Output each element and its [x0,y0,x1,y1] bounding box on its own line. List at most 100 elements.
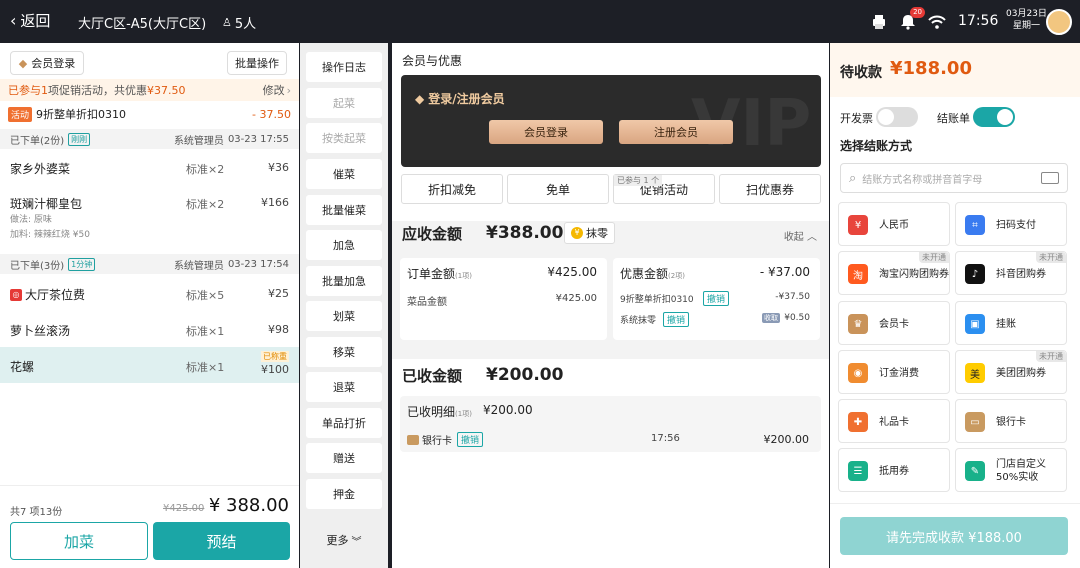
op-move-dish-button[interactable]: 移菜 [306,337,382,367]
section-title: 已下单(3份) [10,260,65,272]
order-panel: ◆ 会员登录 批量操作 已参与 1 项促销活动，共优惠 ¥37.50 修改 › … [0,43,299,568]
discount-amount: - ¥37.00 [759,265,810,279]
op-more-button[interactable]: 更多 ︾ [306,525,382,555]
keyboard-icon[interactable] [1041,172,1059,184]
item-price: ¥100 [261,363,289,376]
order-footer: 共7 项13份 ¥425.00 ¥ 388.00 加菜 预结 [0,485,299,568]
discount-count: (2项) [668,272,685,280]
op-batch-rush-button[interactable]: 批量催菜 [306,195,382,225]
item-name-wrap: ◎ 大厅茶位费 [10,286,85,303]
method-member-card[interactable]: ♛ 会员卡 [838,301,950,345]
weighed-badge: 已称重 [261,351,289,362]
bill-toggle[interactable] [973,107,1015,127]
method-deposit[interactable]: ◉ 订金消费 [838,350,950,394]
order-total: ¥ 388.00 [208,495,289,516]
order-item[interactable]: 萝卜丝滚汤 标准×1 ¥98 [0,322,299,346]
promo-joined-badge: 已参与 1 个 [614,175,663,186]
order-item[interactable]: 家乡外婆菜 标准×2 ¥36 [0,160,299,184]
discount-amount-card: 优惠金额(2项) - ¥37.00 9折整单折扣0310 撤销 -¥37.50 … [613,258,820,340]
order-section-1: 已下单(2份) 刚刚 系统管理员 03-23 17:55 [0,129,299,149]
member-login-button[interactable]: ◆ 会员登录 [10,51,84,75]
avatar[interactable] [1046,9,1072,35]
pre-settle-button[interactable]: 预结 [153,522,290,560]
method-cash[interactable]: ¥ 人民币 [838,202,950,246]
op-mark-dish-button[interactable]: 划菜 [306,301,382,331]
method-search-input[interactable]: ⌕ 结账方式名称或拼音首字母 [840,163,1068,193]
op-rush-button[interactable]: 催菜 [306,159,382,189]
vip-title-label: 登录/注册会员 [428,92,505,106]
promo-summary[interactable]: 已参与 1 项促销活动，共优惠 ¥37.50 修改 › [0,79,299,101]
bank-card-icon: ▭ [965,412,985,432]
date: 03月23日 [1006,9,1047,19]
collapse-label: 收起 [783,232,804,243]
method-label: 会员卡 [879,318,909,330]
search-placeholder: 结账方式名称或拼音首字母 [862,174,983,186]
op-urgent-button[interactable]: 加急 [306,230,382,260]
undo-payment-button[interactable]: 撤销 [457,432,484,447]
method-gift-card[interactable]: ✚ 礼品卡 [838,399,950,443]
order-item[interactable]: ◎ 大厅茶位费 标准×5 ¥25 [0,286,299,310]
section-tag: 1分钟 [68,257,96,271]
vip-login-button[interactable]: 会员登录 [489,120,603,144]
section-title: 已下单(2份) [10,135,65,147]
back-button[interactable]: ‹ 返回 [10,10,50,31]
order-item-selected[interactable]: 花螺 标准×1 已称重 ¥100 [0,347,299,383]
op-log-button[interactable]: 操作日志 [306,52,382,82]
method-meituan[interactable]: 未开通美美团团购券 [955,350,1067,394]
method-taobao[interactable]: 未开通淘淘宝闪购团购券 [838,251,950,295]
op-deposit-button[interactable]: 押金 [306,479,382,509]
method-scan[interactable]: ⌗ 扫码支付 [955,202,1067,246]
tab-scan-coupon[interactable]: 扫优惠券 [719,174,821,204]
tab-free-order[interactable]: 免单 [507,174,609,204]
tab-discount[interactable]: 折扣减免 [401,174,503,204]
batch-operation-button[interactable]: 批量操作 [227,51,287,75]
method-voucher[interactable]: ☰ 抵用券 [838,448,950,492]
person-icon: ♙ [222,16,232,29]
op-batch-urgent-button[interactable]: 批量加急 [306,266,382,296]
bank-card-icon [407,434,419,445]
addon-value: 辣辣红烧 ¥50 [33,230,90,240]
invoice-toggle[interactable] [876,107,918,127]
op-start-dish-button[interactable]: 起菜 [306,88,382,118]
vip-register-button[interactable]: 注册会员 [619,120,733,144]
add-dish-button[interactable]: 加菜 [10,522,148,560]
discount-label: 优惠金额 [620,267,669,281]
section-staff: 系统管理员 [173,260,224,272]
round-off-button[interactable]: ¥ 抹零 [564,222,615,244]
undo-discount-button[interactable]: 撤销 [703,291,730,306]
taobao-icon: 淘 [848,264,868,284]
item-price: ¥36 [268,161,289,174]
bill-label: 结账单 [937,112,970,125]
op-item-discount-button[interactable]: 单品打折 [306,408,382,438]
vip-banner: VIP ◆ 登录/注册会员 会员登录 注册会员 [401,75,821,167]
invoice-label: 开发票 [840,112,873,125]
method-label: 做法: [10,215,32,225]
method-douyin[interactable]: 未开通 ♪ 抖音团购券 [955,251,1067,295]
payment-panel: 待收款 ¥188.00 开发票 结账单 选择结账方式 ⌕ 结账方式名称或拼音首字… [830,43,1080,568]
received-detail-amount: ¥200.00 [483,403,533,417]
method-credit[interactable]: ▣ 挂账 [955,301,1067,345]
op-gift-button[interactable]: 赠送 [306,443,382,473]
received-count: (1项) [455,410,472,418]
member-login-label: 会员登录 [31,57,76,70]
printer-icon[interactable] [868,11,890,33]
method-custom[interactable]: ✎ 门店自定义50%实收 [955,448,1067,492]
table-name: 大厅C区-A5(大厅C区) [78,17,207,32]
order-item[interactable]: 斑斓汁椰皇包 标准×2 ¥166 做法: 原味 加料: 辣辣红烧 ¥50 [0,195,299,243]
receivable-label: 应收金额 [402,225,463,243]
people-count[interactable]: ♙ 5人 [222,13,256,32]
scan-icon: ⌗ [965,215,985,235]
method-bank-card[interactable]: ▭ 银行卡 [955,399,1067,443]
op-return-dish-button[interactable]: 退菜 [306,372,382,402]
collapse-toggle[interactable]: 收起 ︿ [784,228,817,243]
complete-payment-button[interactable]: 请先完成收款 ¥188.00 [840,517,1068,555]
dish-amount: ¥425.00 [555,293,597,304]
bell-icon[interactable]: 20 [897,7,925,33]
undo-round-button[interactable]: 撤销 [663,312,690,327]
payment-time: 17:56 [651,433,680,444]
voucher-icon: ☰ [848,461,868,481]
op-start-by-category-button[interactable]: 按类起菜 [306,123,382,153]
tab-promotion[interactable]: 已参与 1 个 促销活动 [613,174,715,204]
promo-edit-link[interactable]: 修改 [263,82,285,98]
order-summary: 共7 项13份 [10,507,63,518]
